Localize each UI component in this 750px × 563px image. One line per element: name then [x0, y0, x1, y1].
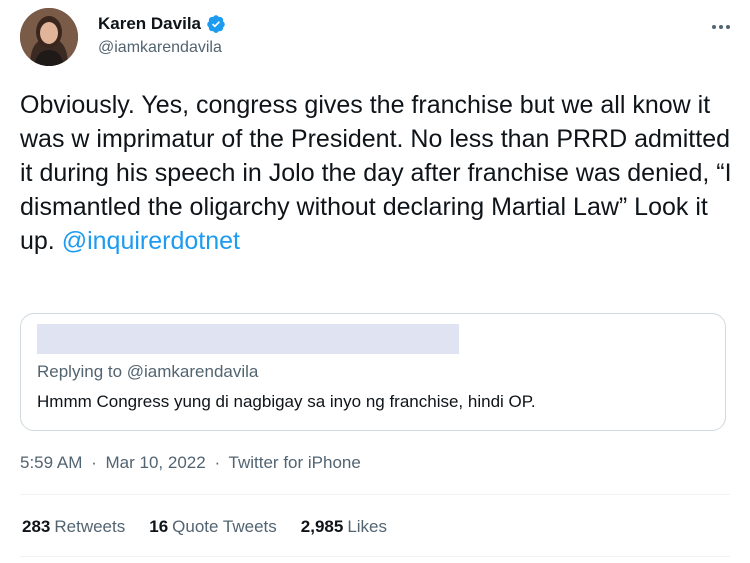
tweet-text: Obviously. Yes, congress gives the franc… [20, 88, 735, 258]
quote-tweets-label: Quote Tweets [172, 517, 277, 536]
meta-separator: · [214, 453, 221, 472]
likes-count: 2,985 [300, 517, 344, 536]
tweet-time[interactable]: 5:59 AM [20, 453, 82, 472]
divider [20, 556, 730, 557]
replying-to-label: Replying to @iamkarendavila [37, 362, 259, 381]
mention-link[interactable]: @inquirerdotnet [62, 227, 240, 255]
quote-tweets-count: 16 [149, 517, 169, 536]
tweet-header: Karen Davila @iamkarendavila [20, 8, 740, 68]
tweet-stats: 283 Retweets 16 Quote Tweets 2,985 Likes [22, 517, 411, 537]
tweet-card: Karen Davila @iamkarendavila Obviously. … [0, 0, 750, 563]
name-row: Karen Davila [98, 14, 226, 34]
quoted-tweet-card[interactable]: Replying to @iamkarendavila Hmmm Congres… [20, 313, 726, 431]
quote-tweets-stat[interactable]: 16 Quote Tweets [149, 517, 277, 537]
verified-badge-icon [206, 14, 226, 34]
tweet-source[interactable]: Twitter for iPhone [229, 453, 361, 472]
retweets-label: Retweets [54, 517, 126, 536]
divider [20, 494, 730, 495]
likes-label: Likes [347, 517, 387, 536]
redacted-author-block [37, 324, 459, 354]
tweet-date[interactable]: Mar 10, 2022 [106, 453, 206, 472]
retweets-count: 283 [22, 517, 51, 536]
quoted-tweet-text: Hmmm Congress yung di nagbigay sa inyo n… [37, 392, 536, 411]
likes-stat[interactable]: 2,985 Likes [301, 517, 387, 537]
display-name[interactable]: Karen Davila [98, 14, 201, 34]
handle[interactable]: @iamkarendavila [98, 39, 222, 57]
avatar[interactable] [20, 8, 78, 66]
meta-separator: · [91, 453, 97, 472]
tweet-meta: 5:59 AM · Mar 10, 2022 · Twitter for iPh… [20, 453, 365, 473]
retweets-stat[interactable]: 283 Retweets [22, 517, 125, 537]
more-horizontal-icon[interactable] [712, 16, 740, 36]
